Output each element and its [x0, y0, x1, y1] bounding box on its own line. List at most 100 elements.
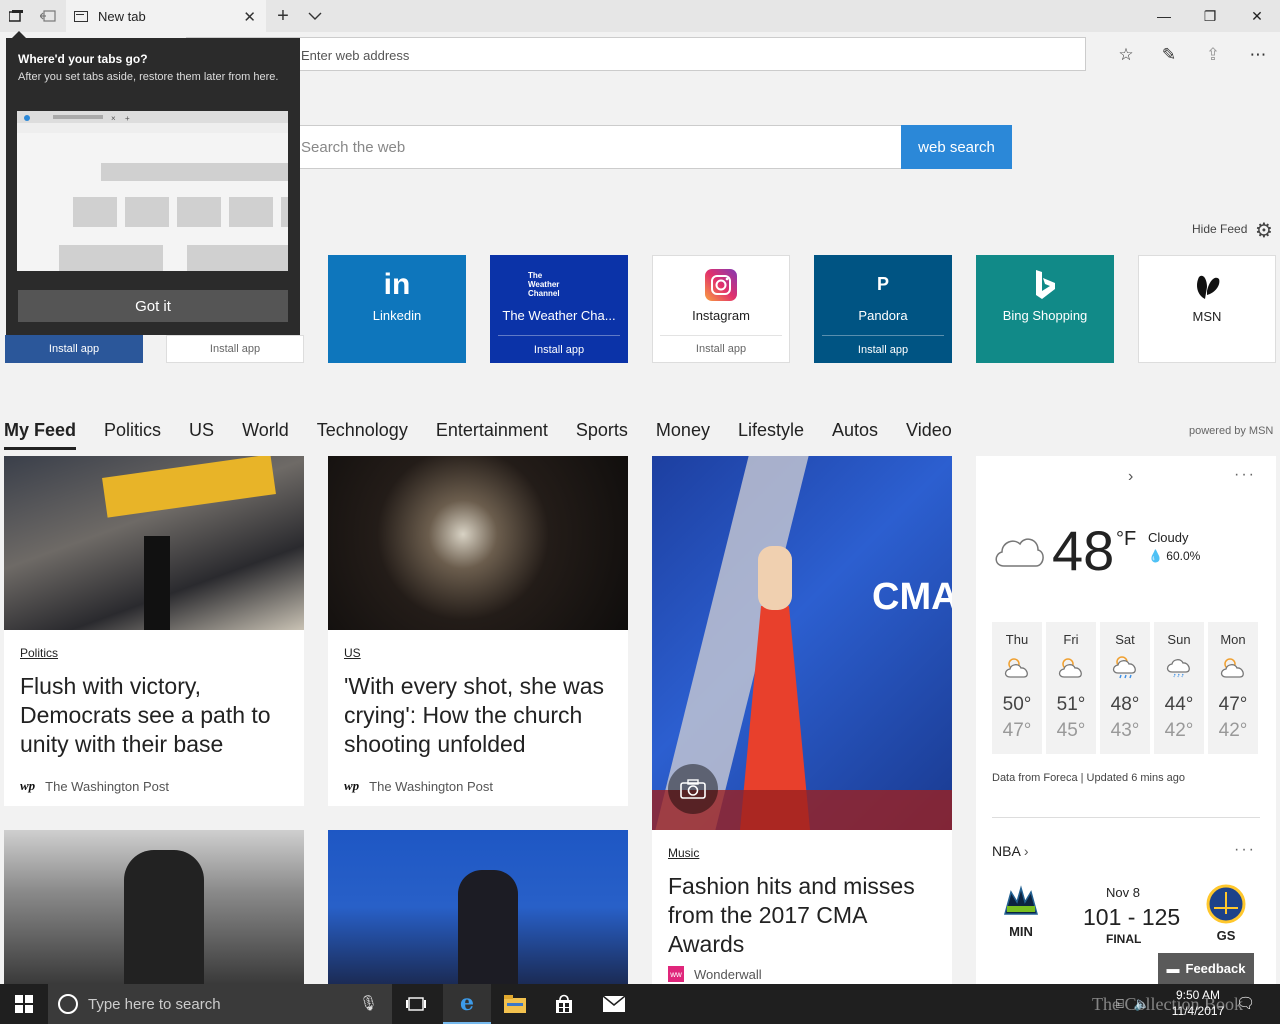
article-image — [328, 456, 628, 630]
weather-channel-icon: The Weather Channel — [528, 271, 560, 298]
more-icon[interactable]: ··· — [1234, 841, 1256, 859]
tile-pandora[interactable]: P Pandora Install app — [814, 255, 952, 363]
network-icon[interactable]: ⌸ — [1116, 996, 1124, 1012]
tab-lifestyle[interactable]: Lifestyle — [738, 418, 804, 450]
share-icon[interactable]: ⇪ — [1201, 43, 1225, 67]
web-search-button[interactable]: web search — [901, 125, 1012, 169]
forecast-day[interactable]: Mon 47° 42° — [1208, 622, 1258, 754]
team-away[interactable]: GS — [1196, 884, 1256, 943]
tab-close-icon[interactable]: ✕ — [243, 8, 256, 26]
tile-linkedin[interactable]: in Linkedin — [328, 255, 466, 363]
taskbar-search-input[interactable]: Type here to search 🎙 — [48, 984, 392, 1024]
hide-feed-link[interactable]: Hide Feed — [1192, 222, 1247, 236]
tile-label: Pandora — [858, 307, 908, 323]
task-view-icon[interactable] — [392, 984, 440, 1024]
tile-instagram[interactable]: Instagram Install app — [652, 255, 790, 363]
volume-icon[interactable]: 🔈 — [1134, 996, 1150, 1012]
weather-source[interactable]: Data from Foreca | Updated 6 mins ago — [992, 772, 1185, 784]
weather-condition: Cloudy — [1148, 530, 1189, 545]
tab-list-chevron-icon[interactable] — [305, 6, 325, 26]
new-tab-button[interactable]: + — [273, 5, 293, 27]
linkedin-icon: in — [383, 267, 411, 301]
tab-entertainment[interactable]: Entertainment — [436, 418, 548, 450]
tab-autos[interactable]: Autos — [832, 418, 878, 450]
warriors-logo — [1206, 884, 1246, 924]
article-category[interactable]: Politics — [20, 646, 58, 660]
source-name: The Washington Post — [369, 778, 493, 794]
address-input[interactable]: Enter web address — [186, 37, 1086, 71]
minimize-button[interactable]: — — [1141, 0, 1187, 32]
got-it-button[interactable]: Got it — [18, 290, 288, 322]
set-tabs-aside-icon[interactable] — [38, 6, 58, 26]
close-window-button[interactable]: ✕ — [1234, 0, 1280, 32]
forecast-day[interactable]: Thu 50° 47° — [992, 622, 1042, 754]
favorites-icon[interactable]: ☆ — [1114, 43, 1138, 67]
current-temp: 48 — [1052, 519, 1115, 582]
article-title[interactable]: Fashion hits and misses from the 2017 CM… — [668, 872, 936, 959]
washington-post-logo: wp — [20, 778, 36, 793]
feedback-button[interactable]: ▬ Feedback — [1158, 953, 1254, 984]
source-name: Wonderwall — [694, 966, 762, 982]
more-icon[interactable]: ··· — [1234, 466, 1256, 484]
tab-sports[interactable]: Sports — [576, 418, 628, 450]
wonderwall-logo: ww — [668, 966, 684, 982]
tile-weather-channel[interactable]: The Weather Channel The Weather Cha... I… — [490, 255, 628, 363]
tab-my-feed[interactable]: My Feed — [4, 418, 77, 450]
edge-icon[interactable]: e — [443, 984, 491, 1024]
file-explorer-icon[interactable] — [491, 984, 539, 1024]
tile-msn[interactable]: MSN — [1138, 255, 1276, 363]
tab-new-tab[interactable]: New tab ✕ — [66, 0, 266, 32]
feedback-icon: ▬ — [1166, 961, 1180, 976]
install-app-button[interactable]: Install app — [660, 334, 782, 363]
tabs-aside-popup: Where'd your tabs go? After you set tabs… — [6, 31, 300, 335]
windows-start-icon[interactable] — [0, 984, 48, 1024]
tile-label: Linkedin — [372, 307, 422, 323]
tab-video[interactable]: Video — [906, 418, 952, 450]
install-app-button[interactable]: Install app — [822, 335, 944, 363]
mail-icon[interactable] — [590, 984, 638, 1024]
source-name: The Washington Post — [45, 778, 169, 794]
weather-panel: › ··· 48 °F Cloudy 💧 60.0% Thu 50° 47° F… — [976, 456, 1276, 984]
tab-politics[interactable]: Politics — [104, 418, 161, 450]
tabs-aside-icon[interactable] — [6, 6, 26, 26]
forecast-day[interactable]: Sun 44° 42° — [1154, 622, 1204, 754]
article-category[interactable]: Music — [668, 846, 699, 860]
tile-install-2[interactable]: Install app — [166, 335, 304, 363]
store-icon[interactable] — [540, 984, 588, 1024]
svg-text:×: × — [111, 114, 116, 123]
more-icon[interactable]: ⋯ — [1246, 43, 1270, 67]
chevron-right-icon[interactable]: › — [1128, 468, 1133, 486]
gear-icon[interactable]: ⚙ — [1255, 218, 1273, 243]
article-card[interactable] — [4, 830, 304, 984]
nba-heading[interactable]: NBA › — [992, 843, 1029, 859]
install-app-button[interactable]: Install app — [498, 335, 620, 363]
tile-label: Instagram — [692, 307, 750, 323]
tile-install-1[interactable]: Install app — [5, 335, 143, 363]
tab-money[interactable]: Money — [656, 418, 710, 450]
article-card[interactable]: Politics Flush with victory, Democrats s… — [4, 456, 304, 806]
article-card[interactable]: US 'With every shot, she was crying': Ho… — [328, 456, 628, 806]
clock[interactable]: 9:50 AM 11/4/2017 — [1166, 987, 1230, 1019]
team-home[interactable]: MIN — [991, 884, 1051, 939]
article-card[interactable]: CMA Music Fashion hits and misses from t… — [652, 456, 952, 984]
article-image — [124, 850, 204, 984]
tab-technology[interactable]: Technology — [317, 418, 408, 450]
tab-us[interactable]: US — [189, 418, 214, 450]
tab-world[interactable]: World — [242, 418, 289, 450]
article-card[interactable] — [328, 830, 628, 984]
microphone-icon[interactable]: 🎙 — [359, 994, 378, 1012]
camera-icon[interactable] — [668, 764, 718, 814]
forecast-day[interactable]: Fri 51° 45° — [1046, 622, 1096, 754]
cloud-icon — [992, 532, 1044, 573]
title-bar: New tab ✕ + — ❐ ✕ — [0, 0, 1280, 32]
forecast-day[interactable]: Sat 48° 43° — [1100, 622, 1150, 754]
web-notes-icon[interactable]: ✎ — [1157, 43, 1181, 67]
article-title[interactable]: Flush with victory, Democrats see a path… — [20, 672, 288, 759]
popup-description: After you set tabs aside, restore them l… — [18, 71, 279, 83]
restore-button[interactable]: ❐ — [1187, 0, 1233, 32]
action-center-icon[interactable]: 🗨 — [1236, 994, 1255, 1012]
article-category[interactable]: US — [344, 646, 361, 660]
raindrop-icon: 💧 — [1148, 549, 1163, 563]
tile-bing-shopping[interactable]: Bing Shopping — [976, 255, 1114, 363]
article-title[interactable]: 'With every shot, she was crying': How t… — [344, 672, 612, 759]
